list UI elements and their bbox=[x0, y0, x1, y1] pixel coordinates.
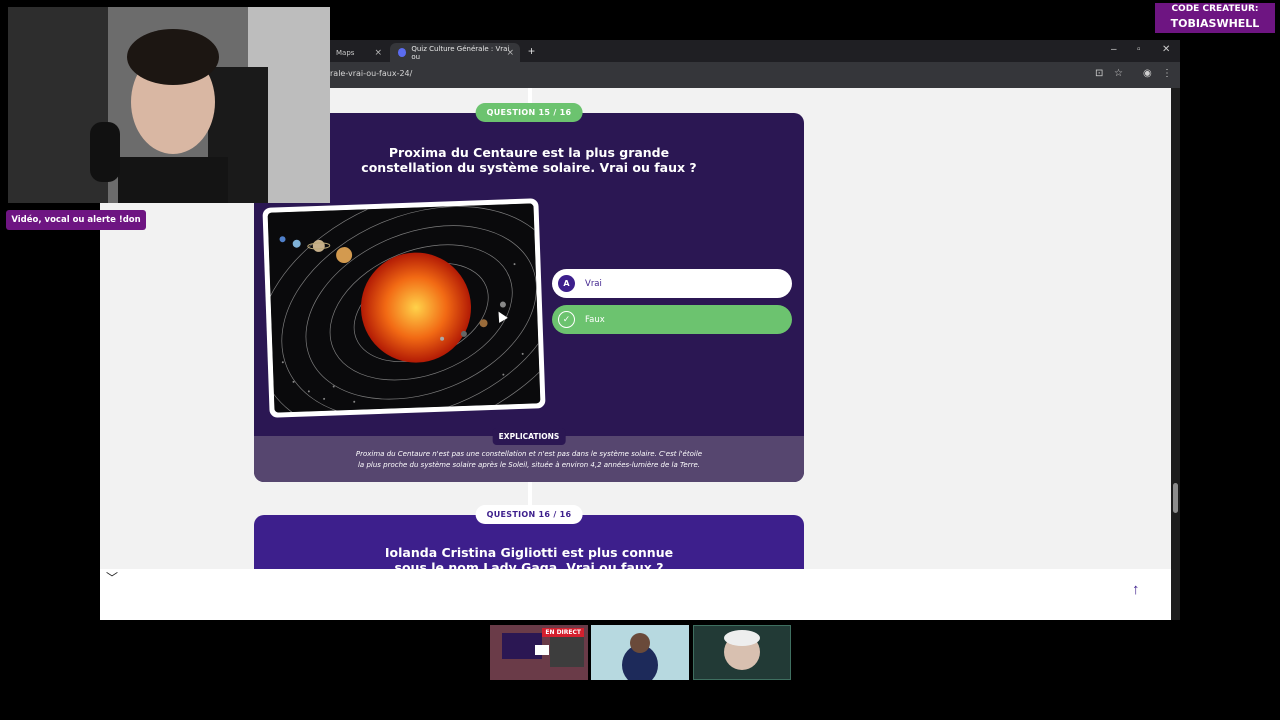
creator-code-label: CODE CREATEUR: bbox=[1171, 4, 1259, 14]
close-window-icon[interactable]: ✕ bbox=[1162, 44, 1170, 55]
tab-label: Maps bbox=[336, 48, 355, 57]
favicon-icon bbox=[398, 48, 407, 57]
solar-system-illustration bbox=[267, 203, 541, 413]
scrollbar-thumb[interactable] bbox=[1173, 483, 1178, 513]
explanation-badge: EXPLICATIONS bbox=[492, 428, 566, 445]
answer-option-vrai[interactable]: A Vrai bbox=[552, 269, 792, 298]
question-card-15: QUESTION 15 / 16 Proxima du Centaure est… bbox=[254, 103, 804, 482]
menu-dots-icon[interactable]: ⋮ bbox=[1162, 68, 1172, 79]
install-icon[interactable]: ⊡ bbox=[1095, 68, 1103, 79]
scrollbar[interactable] bbox=[1171, 88, 1180, 620]
option-letter: A bbox=[558, 275, 575, 292]
stream-stage: Maps × Quiz Culture Générale : Vrai ou ×… bbox=[0, 0, 1280, 720]
question-badge: QUESTION 16 / 16 bbox=[475, 505, 583, 524]
solar-system-image bbox=[262, 198, 546, 418]
option-label: Faux bbox=[585, 314, 605, 325]
stream-thumbnail[interactable]: EN DIRECT bbox=[490, 625, 588, 680]
minimize-icon[interactable]: – bbox=[1111, 44, 1117, 55]
bottom-bar: ﹀ ↑ bbox=[100, 569, 1171, 620]
bookmark-star-icon[interactable]: ☆ bbox=[1114, 68, 1123, 79]
question-text-line1: Proxima du Centaure est la plus grande bbox=[388, 145, 670, 160]
new-tab-button[interactable]: + bbox=[528, 44, 535, 58]
live-badge: EN DIRECT bbox=[542, 628, 584, 637]
thumbnail-image bbox=[591, 625, 689, 680]
explanation-text: Proxima du Centaure n'est pas une conste… bbox=[349, 449, 709, 471]
scroll-to-top-icon[interactable]: ↑ bbox=[1132, 581, 1140, 598]
close-tab-icon[interactable]: × bbox=[506, 48, 514, 58]
explanation-line1: Proxima du Centaure n'est pas une conste… bbox=[355, 450, 703, 458]
creator-code-badge: CODE CREATEUR: TOBIASWHELL bbox=[1155, 3, 1275, 33]
answer-option-faux[interactable]: ✓ Faux bbox=[552, 305, 792, 334]
explanation-line2: la plus proche du système solaire après … bbox=[357, 461, 700, 469]
thumbnail-image bbox=[694, 626, 790, 679]
tab-label: Quiz Culture Générale : Vrai ou bbox=[411, 44, 510, 61]
creator-code-value: TOBIASWHELL bbox=[1170, 17, 1260, 30]
stream-thumbnail[interactable] bbox=[591, 625, 689, 680]
restore-icon[interactable]: ▫ bbox=[1137, 44, 1141, 55]
url-text[interactable]: rale-vrai-ou-faux-24/ bbox=[330, 69, 412, 78]
option-label: Vrai bbox=[585, 278, 602, 289]
donation-alert-banner: Vidéo, vocal ou alerte !don bbox=[6, 210, 146, 230]
tab-maps[interactable]: Maps × bbox=[328, 43, 388, 62]
stream-thumbnail[interactable] bbox=[693, 625, 791, 680]
chevron-down-icon[interactable]: ﹀ bbox=[106, 569, 118, 586]
question-badge: QUESTION 15 / 16 bbox=[475, 103, 583, 122]
streamer-webcam-image bbox=[8, 7, 330, 203]
question-text-line1: Iolanda Cristina Gigliotti est plus conn… bbox=[384, 545, 674, 560]
tab-quiz[interactable]: Quiz Culture Générale : Vrai ou × bbox=[390, 43, 520, 62]
question-text-line2: constellation du système solaire. Vrai o… bbox=[361, 160, 697, 175]
close-tab-icon[interactable]: × bbox=[374, 48, 382, 58]
check-icon: ✓ bbox=[558, 311, 575, 328]
extension-icon[interactable]: ◉ bbox=[1143, 68, 1152, 79]
webcam-feed bbox=[8, 7, 330, 203]
